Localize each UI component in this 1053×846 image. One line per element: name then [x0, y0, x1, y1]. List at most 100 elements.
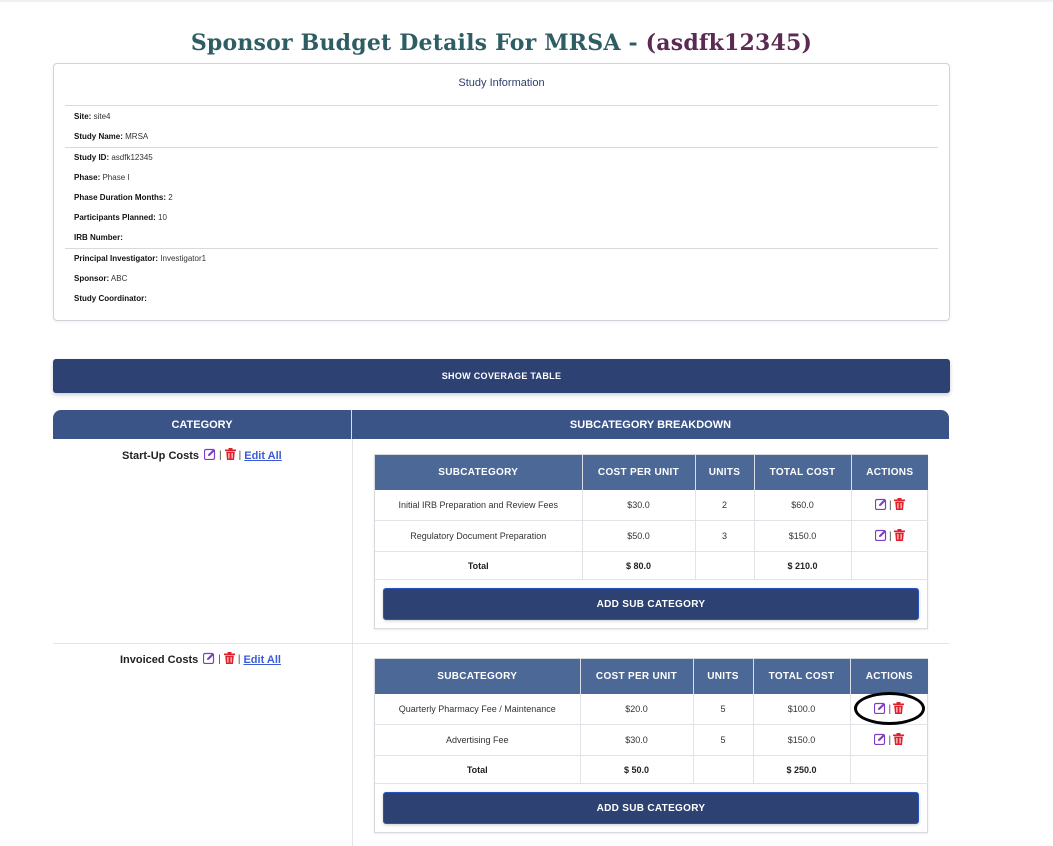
info-participants-value: 10	[158, 213, 167, 222]
subcategory-table: SUBCATEGORY COST PER UNIT UNITS TOTAL CO…	[375, 659, 928, 784]
units-cell: 5	[693, 724, 754, 756]
info-pi-label: Principal Investigator:	[74, 254, 159, 263]
trash-icon[interactable]	[224, 448, 236, 463]
cost-per-unit-cell: $50.0	[582, 520, 696, 552]
info-phase: Phase: Phase I	[74, 168, 949, 188]
total-cost-cell: $100.0	[753, 694, 851, 725]
info-study-name: Study Name: MRSA	[74, 127, 949, 147]
startup-costs-subcategory-table: SUBCATEGORY COST PER UNIT UNITS TOTAL CO…	[374, 454, 928, 629]
edit-icon[interactable]	[874, 498, 887, 512]
edit-icon[interactable]	[204, 448, 216, 463]
total-label: Total	[375, 755, 581, 784]
info-phase-value: Phase I	[102, 173, 130, 182]
total-cost-header: TOTAL COST	[754, 455, 852, 490]
total-cost-cell: $60.0	[754, 490, 852, 521]
edit-all-link[interactable]: Edit All	[243, 654, 280, 666]
subcategory-breakdown-header: SUBCATEGORY BREAKDOWN	[569, 418, 732, 431]
info-participants-label: Participants Planned:	[74, 213, 156, 222]
separator: |	[218, 654, 221, 665]
category-invoiced-costs: Invoiced Costs | | Edit All	[120, 652, 281, 667]
trash-icon[interactable]	[893, 498, 905, 512]
budget-table-header: CATEGORY SUBCATEGORY BREAKDOWN	[53, 410, 949, 439]
total-total-cost: $ 250.0	[753, 755, 851, 784]
cost-per-unit-cell: $30.0	[582, 490, 696, 521]
units-cell: 5	[693, 694, 754, 725]
edit-all-link[interactable]: Edit All	[244, 450, 281, 462]
units-header: UNITS	[695, 455, 755, 490]
actions-cell: |	[851, 490, 928, 521]
total-actions	[850, 755, 928, 784]
top-border	[0, 0, 1053, 2]
info-coordinator-label: Study Coordinator:	[74, 294, 147, 303]
category-name: Invoiced Costs	[120, 653, 199, 666]
info-site-value: site4	[93, 112, 111, 121]
total-units	[695, 551, 755, 580]
study-information-card: Study Information Site: site4 Study Name…	[53, 63, 950, 321]
subcategory-header: SUBCATEGORY	[375, 455, 583, 490]
subcategory-cell: Initial IRB Preparation and Review Fees	[375, 490, 583, 521]
actions-cell: |	[850, 724, 928, 756]
total-label: Total	[375, 551, 583, 580]
info-study-id-label: Study ID:	[74, 153, 110, 162]
separator: |	[888, 530, 892, 542]
page-title: Sponsor Budget Details For MRSA - (asdfk…	[0, 30, 1003, 56]
separator: |	[237, 654, 241, 665]
edit-icon[interactable]	[874, 529, 887, 543]
total-cost-per-unit: $ 80.0	[582, 551, 696, 580]
info-phase-duration: Phase Duration Months: 2	[74, 188, 949, 208]
units-header: UNITS	[693, 659, 754, 694]
info-irb: IRB Number:	[74, 228, 949, 248]
info-phase-duration-label: Phase Duration Months:	[74, 193, 167, 202]
edit-icon[interactable]	[203, 652, 215, 667]
study-information-title: Study Information	[65, 64, 938, 106]
trash-icon[interactable]	[223, 652, 235, 667]
cost-per-unit-cell: $20.0	[580, 694, 694, 725]
edit-icon[interactable]	[874, 702, 886, 716]
actions-cell: |	[851, 520, 928, 552]
table-row: Quarterly Pharmacy Fee / Maintenance $20…	[375, 694, 928, 725]
total-cost-cell: $150.0	[753, 724, 851, 756]
info-phase-duration-value: 2	[168, 193, 173, 202]
add-sub-category-button[interactable]: ADD SUB CATEGORY	[383, 792, 919, 824]
cost-per-unit-header: COST PER UNIT	[582, 455, 696, 490]
edit-icon[interactable]	[874, 733, 886, 747]
table-row: Regulatory Document Preparation $50.0 3 …	[375, 520, 928, 552]
total-cost-header: TOTAL COST	[753, 659, 851, 694]
invoiced-costs-subcategory-table: SUBCATEGORY COST PER UNIT UNITS TOTAL CO…	[374, 658, 928, 833]
trash-icon[interactable]	[893, 702, 905, 716]
category-column-header: CATEGORY	[53, 410, 352, 439]
total-cost-per-unit: $ 50.0	[580, 755, 694, 784]
subcategory-cell: Regulatory Document Preparation	[375, 520, 583, 552]
table-row: Initial IRB Preparation and Review Fees …	[375, 490, 928, 521]
category-name: Start-Up Costs	[122, 449, 200, 462]
info-study-id-value: asdfk12345	[111, 153, 153, 162]
subcategory-table: SUBCATEGORY COST PER UNIT UNITS TOTAL CO…	[375, 455, 928, 580]
cost-per-unit-cell: $30.0	[580, 724, 694, 756]
total-row: Total $ 80.0 $ 210.0	[375, 551, 928, 580]
info-pi: Principal Investigator: Investigator1	[74, 249, 949, 269]
separator: |	[888, 499, 892, 511]
info-study-name-value: MRSA	[125, 132, 149, 141]
separator: |	[238, 450, 242, 461]
add-sub-category-button[interactable]: ADD SUB CATEGORY	[383, 588, 919, 620]
category-startup-costs: Start-Up Costs | | Edit All	[122, 448, 282, 463]
actions-header: ACTIONS	[851, 455, 928, 490]
show-coverage-table-button[interactable]: SHOW COVERAGE TABLE	[53, 359, 950, 393]
info-pi-value: Investigator1	[160, 254, 207, 263]
total-units	[693, 755, 754, 784]
actions-cell: |	[850, 694, 928, 725]
cost-per-unit-header: COST PER UNIT	[580, 659, 694, 694]
separator: |	[888, 734, 892, 746]
trash-icon[interactable]	[893, 529, 905, 543]
info-site: Site: site4	[74, 107, 949, 127]
subcategory-cell: Advertising Fee	[375, 724, 581, 756]
units-cell: 3	[695, 520, 755, 552]
units-cell: 2	[695, 490, 755, 521]
info-participants: Participants Planned: 10	[74, 208, 949, 228]
info-irb-label: IRB Number:	[74, 233, 123, 242]
page-title-main: Sponsor Budget Details For MRSA -	[190, 30, 646, 56]
actions-header: ACTIONS	[850, 659, 928, 694]
total-cost-cell: $150.0	[754, 520, 852, 552]
trash-icon[interactable]	[893, 733, 905, 747]
total-actions	[851, 551, 928, 580]
